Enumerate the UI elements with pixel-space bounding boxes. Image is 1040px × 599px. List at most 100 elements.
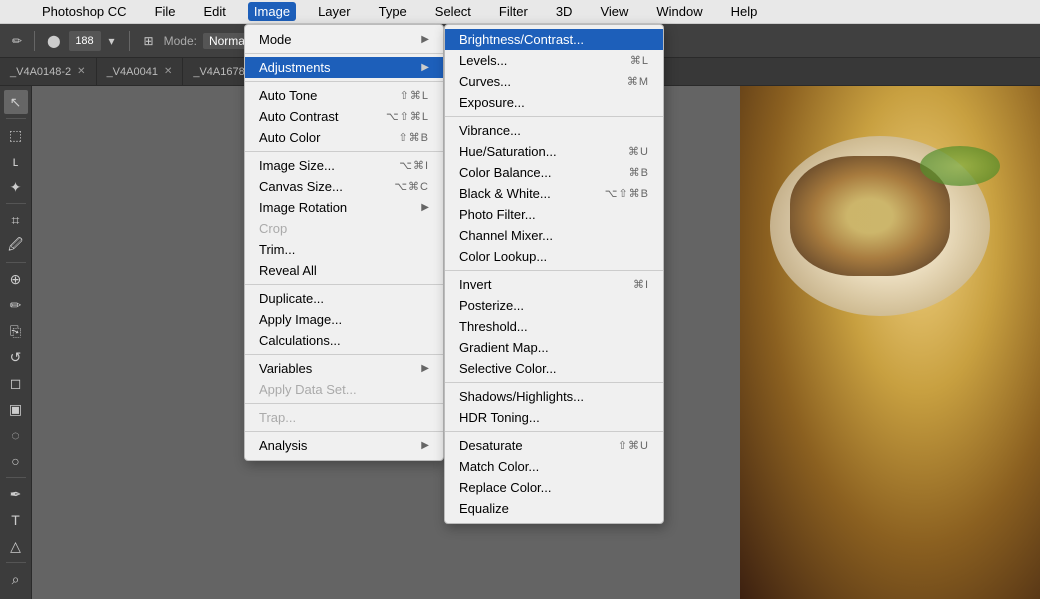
- menu-item-hue-saturation[interactable]: Hue/Saturation... ⌘U: [445, 141, 663, 162]
- brush-preset-picker[interactable]: ⬤: [43, 32, 64, 50]
- brush-size-stepper[interactable]: ▾: [105, 32, 119, 50]
- menu-item-levels[interactable]: Levels... ⌘L: [445, 50, 663, 71]
- apple-menu[interactable]: [8, 10, 20, 14]
- menu-separator: [245, 403, 443, 404]
- menu-item-gradient-map[interactable]: Gradient Map...: [445, 337, 663, 358]
- shape-tool[interactable]: △: [4, 534, 28, 558]
- quick-select-tool[interactable]: ✦: [4, 175, 28, 199]
- eyedropper-tool[interactable]: 🖉: [4, 234, 28, 258]
- menu-item-label: Shadows/Highlights...: [459, 389, 584, 404]
- shortcut-levels: ⌘L: [630, 54, 649, 67]
- tab-v4a0148[interactable]: _V4A0148-2 ✕: [0, 58, 97, 86]
- tab-label: _V4A0041: [107, 66, 158, 78]
- edit-menu[interactable]: Edit: [198, 2, 232, 21]
- view-menu[interactable]: View: [594, 2, 634, 21]
- menu-separator: [445, 382, 663, 383]
- image-menu[interactable]: Image: [248, 2, 296, 21]
- clone-tool[interactable]: ⎘: [4, 319, 28, 343]
- menu-item-label: Calculations...: [259, 333, 341, 348]
- healing-tool[interactable]: ⊕: [4, 267, 28, 291]
- menu-item-label: Canvas Size...: [259, 179, 343, 194]
- menu-item-match-color[interactable]: Match Color...: [445, 456, 663, 477]
- toolbar-separator-2: [129, 31, 130, 51]
- type-menu[interactable]: Type: [373, 2, 413, 21]
- menu-item-posterize[interactable]: Posterize...: [445, 295, 663, 316]
- layer-menu[interactable]: Layer: [312, 2, 357, 21]
- marquee-tool[interactable]: ⬚: [4, 123, 28, 147]
- menu-item-label: Image Size...: [259, 158, 335, 173]
- blur-tool[interactable]: ◌: [4, 423, 28, 447]
- 3d-menu[interactable]: 3D: [550, 2, 579, 21]
- pen-tool[interactable]: ✒: [4, 482, 28, 506]
- move-tool[interactable]: ↖: [4, 90, 28, 114]
- menu-item-label: Exposure...: [459, 95, 525, 110]
- menu-item-photo-filter[interactable]: Photo Filter...: [445, 204, 663, 225]
- menu-item-label: Channel Mixer...: [459, 228, 553, 243]
- menu-item-auto-color[interactable]: Auto Color ⇧⌘B: [245, 127, 443, 148]
- menu-item-selective-color[interactable]: Selective Color...: [445, 358, 663, 379]
- menu-item-apply-image[interactable]: Apply Image...: [245, 309, 443, 330]
- menu-item-label: Vibrance...: [459, 123, 521, 138]
- menu-item-label: Crop: [259, 221, 287, 236]
- menu-item-exposure[interactable]: Exposure...: [445, 92, 663, 113]
- dodge-tool[interactable]: ○: [4, 449, 28, 473]
- lasso-tool[interactable]: ʟ: [4, 149, 28, 173]
- filter-menu[interactable]: Filter: [493, 2, 534, 21]
- menu-item-auto-tone[interactable]: Auto Tone ⇧⌘L: [245, 85, 443, 106]
- menu-item-canvas-size[interactable]: Canvas Size... ⌥⌘C: [245, 176, 443, 197]
- menu-item-vibrance[interactable]: Vibrance...: [445, 120, 663, 141]
- brush-icon[interactable]: ✏: [8, 32, 26, 50]
- history-brush-tool[interactable]: ↺: [4, 345, 28, 369]
- menu-separator: [245, 284, 443, 285]
- menu-item-label: Reveal All: [259, 263, 317, 278]
- menu-item-equalize[interactable]: Equalize: [445, 498, 663, 519]
- menu-item-image-size[interactable]: Image Size... ⌥⌘I: [245, 155, 443, 176]
- menu-item-image-rotation[interactable]: Image Rotation ▶: [245, 197, 443, 218]
- photoshop-menu[interactable]: Photoshop CC: [36, 2, 133, 21]
- menu-item-trim[interactable]: Trim...: [245, 239, 443, 260]
- brush-tool[interactable]: ✏: [4, 293, 28, 317]
- shortcut-black-white: ⌥⇧⌘B: [605, 187, 649, 200]
- menu-item-analysis[interactable]: Analysis ▶: [245, 435, 443, 456]
- menu-item-label: Mode: [259, 32, 292, 47]
- brush-size-value[interactable]: 188: [69, 31, 101, 51]
- menu-separator: [245, 431, 443, 432]
- menu-item-threshold[interactable]: Threshold...: [445, 316, 663, 337]
- window-menu[interactable]: Window: [650, 2, 708, 21]
- menu-item-label: Variables: [259, 361, 312, 376]
- menu-item-color-balance[interactable]: Color Balance... ⌘B: [445, 162, 663, 183]
- shortcut-desaturate: ⇧⌘U: [618, 439, 649, 452]
- menu-item-channel-mixer[interactable]: Channel Mixer...: [445, 225, 663, 246]
- menu-item-curves[interactable]: Curves... ⌘M: [445, 71, 663, 92]
- crop-tool[interactable]: ⌗: [4, 208, 28, 232]
- menu-item-shadows-highlights[interactable]: Shadows/Highlights...: [445, 386, 663, 407]
- tools-panel: ↖ ⬚ ʟ ✦ ⌗ 🖉 ⊕ ✏ ⎘ ↺ ◻ ▣ ◌ ○ ✒ T △ ⌕: [0, 86, 32, 599]
- menu-item-color-lookup[interactable]: Color Lookup...: [445, 246, 663, 267]
- menu-item-duplicate[interactable]: Duplicate...: [245, 288, 443, 309]
- menu-item-mode[interactable]: Mode ▶: [245, 29, 443, 50]
- menu-item-desaturate[interactable]: Desaturate ⇧⌘U: [445, 435, 663, 456]
- file-menu[interactable]: File: [149, 2, 182, 21]
- herb-visual: [920, 146, 1000, 186]
- menu-item-reveal-all[interactable]: Reveal All: [245, 260, 443, 281]
- zoom-tool[interactable]: ⌕: [4, 567, 28, 591]
- tab-v4a0041[interactable]: _V4A0041 ✕: [97, 58, 184, 86]
- menu-item-invert[interactable]: Invert ⌘I: [445, 274, 663, 295]
- menu-item-variables[interactable]: Variables ▶: [245, 358, 443, 379]
- text-tool[interactable]: T: [4, 508, 28, 532]
- brush-options-icon[interactable]: ⊞: [140, 32, 158, 50]
- menu-item-adjustments[interactable]: Adjustments ▶: [245, 57, 443, 78]
- menu-item-calculations[interactable]: Calculations...: [245, 330, 443, 351]
- menu-item-auto-contrast[interactable]: Auto Contrast ⌥⇧⌘L: [245, 106, 443, 127]
- menu-item-black-white[interactable]: Black & White... ⌥⇧⌘B: [445, 183, 663, 204]
- menu-item-brightness-contrast[interactable]: Brightness/Contrast...: [445, 29, 663, 50]
- tab-close-icon[interactable]: ✕: [77, 66, 85, 77]
- menu-item-replace-color[interactable]: Replace Color...: [445, 477, 663, 498]
- menu-separator: [245, 151, 443, 152]
- gradient-tool[interactable]: ▣: [4, 397, 28, 421]
- eraser-tool[interactable]: ◻: [4, 371, 28, 395]
- tab-close-icon[interactable]: ✕: [164, 66, 172, 77]
- menu-item-hdr-toning[interactable]: HDR Toning...: [445, 407, 663, 428]
- select-menu[interactable]: Select: [429, 2, 477, 21]
- help-menu[interactable]: Help: [725, 2, 764, 21]
